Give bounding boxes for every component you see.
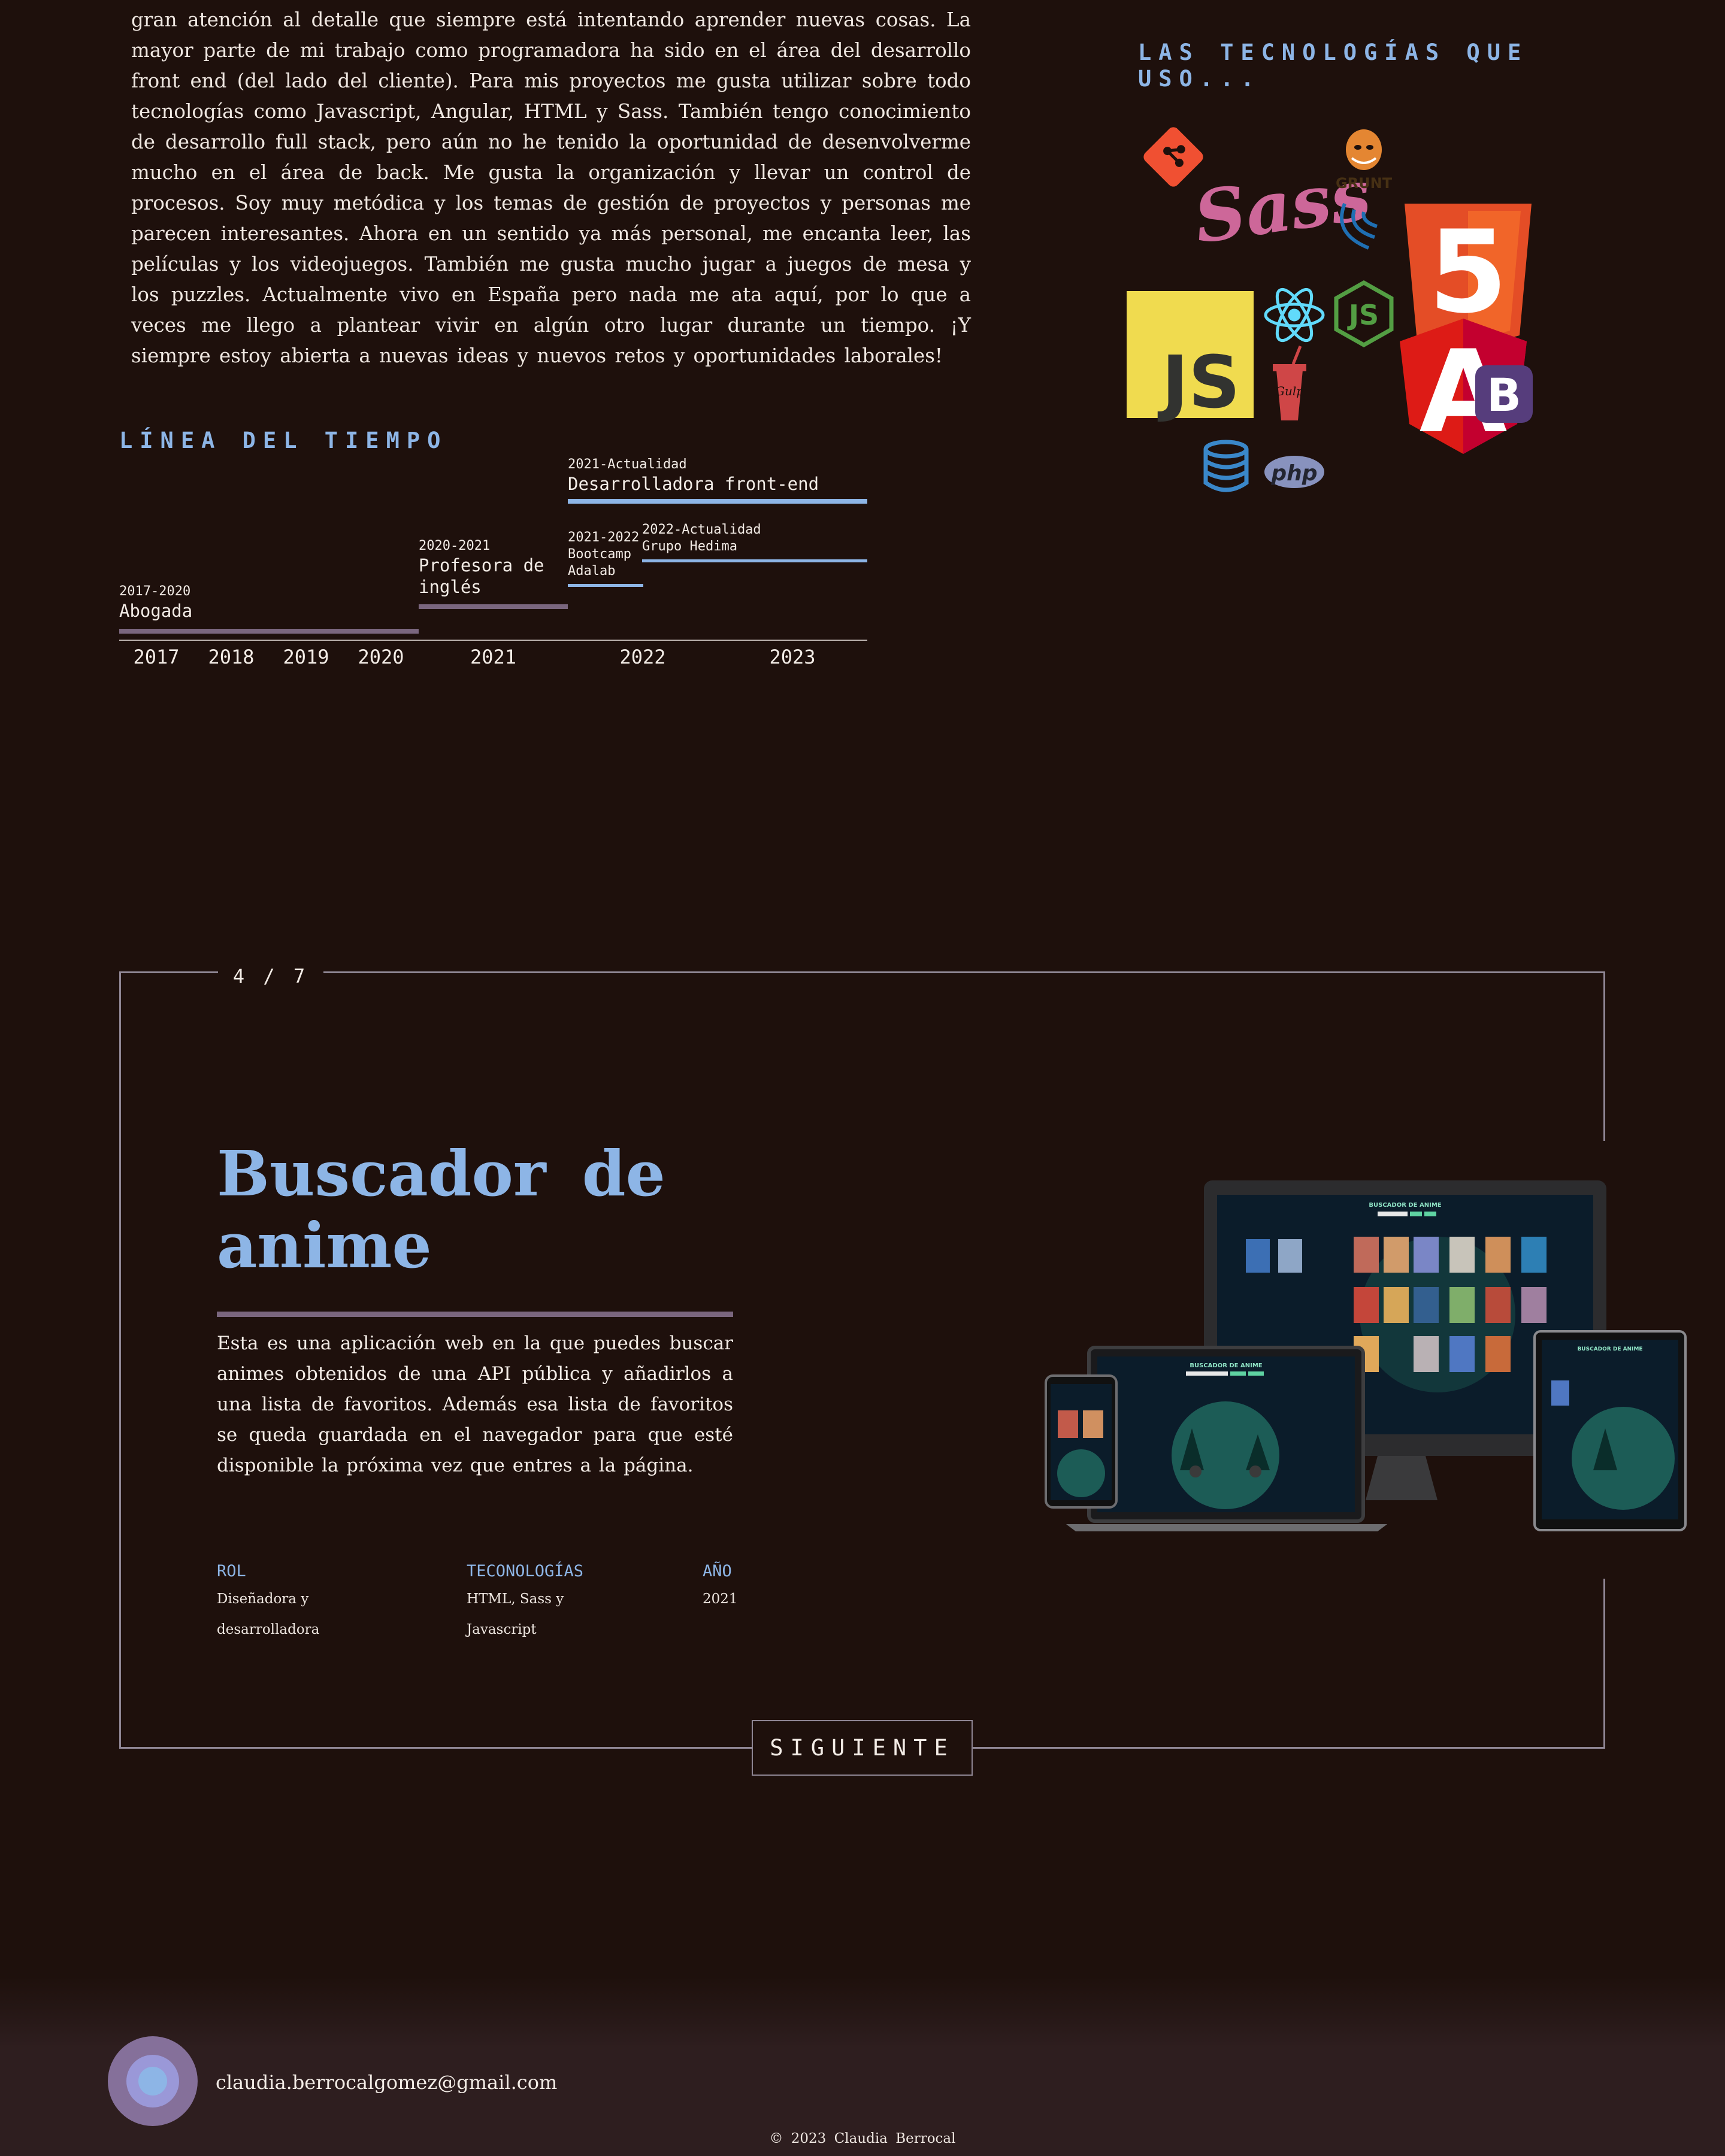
timeline-year: 2022 [619,646,666,668]
database-icon [1203,440,1249,492]
project-meta-role: ROL Diseñadora y desarrolladora [217,1562,432,1645]
frame-top-right [323,971,1605,973]
frame-left [119,971,121,1749]
timeline-bar-bootcamp [568,584,643,587]
timeline-item-bootcamp: 2021-2022 Bootcamp Adalab [568,529,643,580]
meta-value: 2021 [703,1591,738,1607]
phone-mockup [1045,1374,1118,1509]
timeline-year: 2023 [769,646,816,668]
svg-text:B: B [1487,368,1521,422]
timeline-year: 2020 [358,646,404,668]
meta-label: ROL [217,1562,246,1580]
meta-label: TECONOLOGÍAS [467,1562,584,1580]
gulp-icon: Gulp [1273,346,1306,420]
tablet-mockup: BUSCADOR DE ANIME [1533,1330,1687,1531]
timeline-bar-teacher [419,604,568,609]
timeline-title: LÍNEA DEL TIEMPO [119,428,448,453]
timeline-year: 2017 [133,646,180,668]
meta-value: HTML, Sass y Javascript [467,1591,564,1637]
timeline-role: Bootcamp Adalab [568,547,631,579]
footer-email-link[interactable]: claudia.berrocalgomez@gmail.com [216,2071,557,2094]
timeline-dates: 2021-Actualidad [568,457,687,472]
project-description: Esta es una aplicación web en la que pue… [217,1333,733,1476]
tech-section-title: LAS TECNOLOGÍAS QUE USO... [1138,40,1529,92]
avatar-logo-icon[interactable] [108,2036,198,2126]
frame-right-top [1603,971,1605,1141]
svg-text:GRUNT: GRUNT [1336,175,1393,192]
svg-text:Gulp: Gulp [1275,384,1304,398]
timeline-bar-frontend [568,499,867,504]
timeline-dates: 2021-2022 [568,530,640,545]
timeline-dates: 2022-Actualidad [642,522,761,537]
sass-icon: Sass [1190,152,1376,259]
footer [0,1976,1725,2156]
timeline-role: Abogada [119,601,193,621]
timeline-year: 2021 [470,646,517,668]
bootstrap-icon: B [1475,365,1533,423]
tech-icons-cluster: Sass GRUNT 5 JS JS Gulp A B php [1127,127,1533,492]
timeline-item-lawyer: 2017-2020 Abogada [119,583,419,622]
timeline-role: Profesora de inglés [419,555,544,597]
project-title-underline [217,1312,733,1317]
react-icon [1264,287,1325,343]
footer-copyright: © 2023 Claudia Berrocal [769,2131,956,2146]
about-paragraph: gran atención al detalle que siempre est… [131,8,971,367]
timeline-item-frontend: 2021-Actualidad Desarrolladora front-end [568,456,867,495]
timeline-year: 2018 [208,646,255,668]
nodejs-icon: JS [1334,280,1394,348]
javascript-icon: JS [1127,291,1254,425]
timeline-bar-lawyer [119,629,419,634]
timeline-dates: 2020-2021 [419,538,491,553]
frame-right-bottom [1603,1579,1605,1749]
timeline-axis [119,640,867,641]
project-title: Buscador de anime [217,1137,665,1282]
timeline-role: Desarrolladora front-end [568,474,819,494]
meta-value: Diseñadora y desarrolladora [217,1591,320,1637]
timeline-bar-hedima [642,559,867,562]
project-mockup-image[interactable]: BUSCADOR DE ANIME BUSCADOR DE ANIME BUSC… [1042,1177,1689,1536]
timeline-item-hedima: 2022-Actualidad Grupo Hedima [642,522,867,555]
svg-text:BUSCADOR DE ANIME: BUSCADOR DE ANIME [1369,1202,1441,1209]
frame-top-left [119,971,218,973]
project-meta-year: AÑO 2021 [703,1562,762,1615]
svg-text:JS: JS [1157,341,1240,425]
meta-label: AÑO [703,1562,732,1580]
svg-text:JS: JS [1347,299,1379,331]
svg-text:5: 5 [1429,206,1508,338]
svg-text:BUSCADOR DE ANIME: BUSCADOR DE ANIME [1577,1346,1642,1352]
next-project-button[interactable]: SIGUIENTE [752,1720,973,1776]
svg-text:BUSCADOR DE ANIME: BUSCADOR DE ANIME [1190,1362,1262,1369]
timeline-role: Grupo Hedima [642,539,737,554]
timeline-dates: 2017-2020 [119,584,191,599]
timeline-year: 2019 [283,646,329,668]
timeline-item-teacher: 2020-2021 Profesora de inglés [419,538,568,598]
svg-text:php: php [1270,461,1317,486]
project-meta-tech: TECONOLOGÍAS HTML, Sass y Javascript [467,1562,682,1645]
php-icon: php [1264,456,1324,488]
project-counter: 4 / 7 [232,965,309,988]
